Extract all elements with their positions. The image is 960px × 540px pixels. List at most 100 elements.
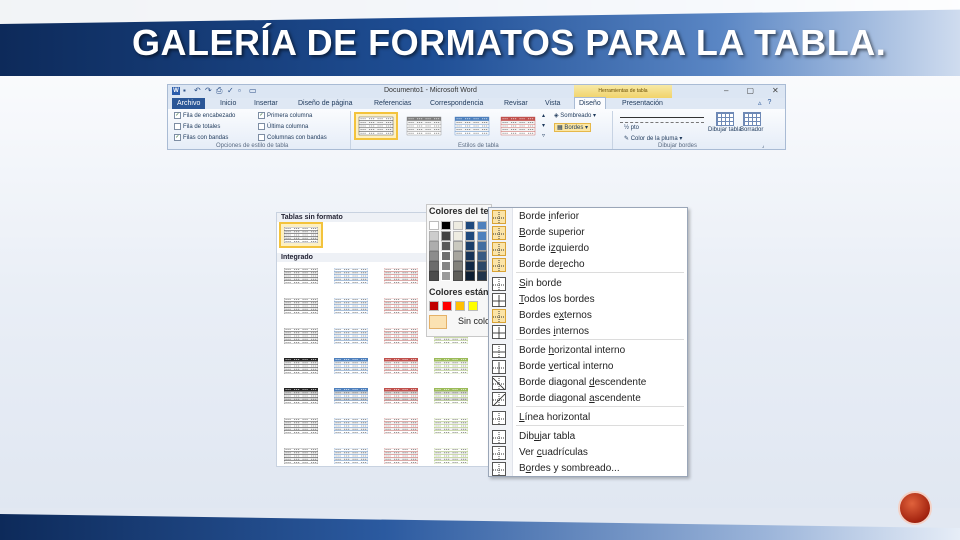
theme-color-swatch[interactable]	[429, 271, 439, 281]
undo-icon[interactable]: ↶	[194, 87, 202, 95]
chk-fila-totales[interactable]: Fila de totales	[174, 123, 220, 130]
theme-color-swatch[interactable]	[453, 271, 463, 281]
menu-item-ver-cuadriculas[interactable]: Ver cuadrículas	[489, 445, 687, 461]
menu-item-borde-superior[interactable]: Borde superior	[489, 225, 687, 241]
theme-color-swatch[interactable]	[429, 241, 439, 251]
chk-columnas-bandas[interactable]: Columnas con bandas	[258, 134, 327, 141]
menu-item-borde-horizontal-interno[interactable]: Borde horizontal interno	[489, 343, 687, 359]
tab-inicio[interactable]: Inicio	[220, 98, 236, 109]
menu-item-sin-borde[interactable]: Sin borde	[489, 276, 687, 292]
menu-item-dibujar-tabla[interactable]: Dibujar tabla	[489, 429, 687, 445]
menu-item-borde-diagonal-ascendente[interactable]: Borde diagonal ascendente	[489, 391, 687, 407]
menu-item-bordes-sombreado[interactable]: Bordes y sombreado...	[489, 461, 687, 476]
gallery-style-cell[interactable]	[431, 385, 471, 407]
menu-item-borde-diagonal-descendente[interactable]: Borde diagonal descendente	[489, 375, 687, 391]
theme-color-swatch[interactable]	[441, 271, 451, 281]
gallery-style-cell[interactable]	[381, 415, 421, 437]
menu-item-linea-horizontal[interactable]: Línea horizontal	[489, 410, 687, 426]
minimize-icon[interactable]: –	[724, 86, 728, 95]
theme-color-swatch[interactable]	[465, 241, 475, 251]
chk-fila-encabezado[interactable]: ✓ Fila de encabezado	[174, 112, 235, 119]
theme-color-swatch[interactable]	[429, 261, 439, 271]
new-doc-icon[interactable]: ▫	[238, 87, 246, 95]
gallery-scroll-down-icon[interactable]: ▾	[542, 122, 545, 129]
theme-color-swatch[interactable]	[429, 231, 439, 241]
theme-color-swatch[interactable]	[441, 241, 451, 251]
theme-color-swatch[interactable]	[465, 261, 475, 271]
gallery-style-cell[interactable]	[331, 265, 371, 287]
open-icon[interactable]: ▭	[249, 87, 257, 95]
pen-weight-dropdown[interactable]: ½ pto	[624, 125, 639, 131]
menu-item-borde-inferior[interactable]: Borde inferior	[489, 209, 687, 225]
minimize-ribbon-icon[interactable]: ▵	[758, 99, 762, 107]
theme-color-swatch[interactable]	[477, 261, 487, 271]
theme-color-swatch[interactable]	[477, 231, 487, 241]
gallery-style-cell[interactable]	[331, 295, 371, 317]
menu-item-borde-vertical-interno[interactable]: Borde vertical interno	[489, 359, 687, 375]
theme-color-swatch[interactable]	[465, 221, 475, 230]
menu-item-bordes-internos[interactable]: Bordes internos	[489, 324, 687, 340]
menu-item-borde-izquierdo[interactable]: Borde izquierdo	[489, 241, 687, 257]
save-icon[interactable]: ▪	[183, 87, 191, 95]
gallery-style-cell[interactable]	[281, 265, 321, 287]
gallery-style-cell[interactable]	[381, 265, 421, 287]
gallery-style-plain-grid[interactable]	[279, 222, 323, 248]
theme-color-swatch[interactable]	[441, 231, 451, 241]
gallery-style-cell[interactable]	[281, 295, 321, 317]
tab-vista[interactable]: Vista	[545, 98, 560, 109]
theme-color-swatch[interactable]	[477, 221, 487, 230]
gallery-style-cell[interactable]	[381, 355, 421, 377]
gallery-style-cell[interactable]	[331, 415, 371, 437]
table-style-plain-selected[interactable]	[354, 112, 398, 140]
gallery-style-cell[interactable]	[331, 355, 371, 377]
theme-color-swatch[interactable]	[453, 241, 463, 251]
gallery-style-cell[interactable]	[281, 445, 321, 466]
line-style-dropdown[interactable]	[620, 112, 704, 118]
standard-color-swatch[interactable]	[468, 301, 478, 311]
gallery-style-cell[interactable]	[331, 445, 371, 466]
gallery-style-cell[interactable]	[281, 415, 321, 437]
gallery-style-cell[interactable]	[381, 325, 421, 347]
theme-color-swatch[interactable]	[477, 241, 487, 251]
gallery-more-icon[interactable]: ▿	[542, 132, 545, 139]
menu-item-borde-derecho[interactable]: Borde derecho	[489, 257, 687, 273]
tab-correspondencia[interactable]: Correspondencia	[430, 98, 483, 109]
theme-color-swatch[interactable]	[453, 231, 463, 241]
sombreado-button[interactable]: ◈ Sombreado ▾	[554, 112, 596, 119]
gallery-style-cell[interactable]	[281, 385, 321, 407]
theme-color-swatch[interactable]	[453, 221, 463, 230]
theme-color-swatch[interactable]	[441, 251, 451, 261]
eraser-button[interactable]: Borrador	[740, 112, 763, 133]
spelling-icon[interactable]: ✓	[227, 87, 235, 95]
print-icon[interactable]: ⎙	[216, 87, 224, 95]
word-app-icon[interactable]: W	[172, 87, 180, 95]
no-color-label[interactable]: Sin color	[458, 316, 491, 326]
standard-color-swatch[interactable]	[429, 301, 439, 311]
menu-item-todos-bordes[interactable]: Todos los bordes	[489, 292, 687, 308]
menu-item-bordes-externos[interactable]: Bordes externos	[489, 308, 687, 324]
standard-color-swatch[interactable]	[455, 301, 465, 311]
gallery-style-cell[interactable]	[381, 385, 421, 407]
help-icon[interactable]: ?	[768, 99, 772, 107]
theme-color-swatch[interactable]	[465, 271, 475, 281]
redo-icon[interactable]: ↷	[205, 87, 213, 95]
gallery-style-cell[interactable]	[431, 445, 471, 466]
close-icon[interactable]: ✕	[772, 86, 779, 95]
gallery-style-cell[interactable]	[381, 295, 421, 317]
table-style-gray[interactable]	[404, 114, 444, 138]
theme-color-swatch[interactable]	[465, 231, 475, 241]
tab-presentacion[interactable]: Presentación	[622, 98, 663, 109]
bordes-button[interactable]: ▦ Bordes ▾	[554, 123, 592, 132]
tab-diseno-pagina[interactable]: Diseño de página	[298, 98, 353, 109]
theme-color-swatch[interactable]	[429, 221, 439, 230]
theme-color-swatch[interactable]	[465, 251, 475, 261]
gallery-style-cell[interactable]	[331, 325, 371, 347]
theme-color-swatch[interactable]	[477, 251, 487, 261]
gallery-style-cell[interactable]	[281, 355, 321, 377]
next-slide-button[interactable]	[898, 491, 932, 525]
chk-primera-columna[interactable]: ✓ Primera columna	[258, 112, 312, 119]
chk-ultima-columna[interactable]: Última columna	[258, 123, 308, 130]
chk-filas-bandas[interactable]: ✓ Filas con bandas	[174, 134, 228, 141]
gallery-style-cell[interactable]	[331, 385, 371, 407]
theme-color-swatch[interactable]	[441, 261, 451, 271]
